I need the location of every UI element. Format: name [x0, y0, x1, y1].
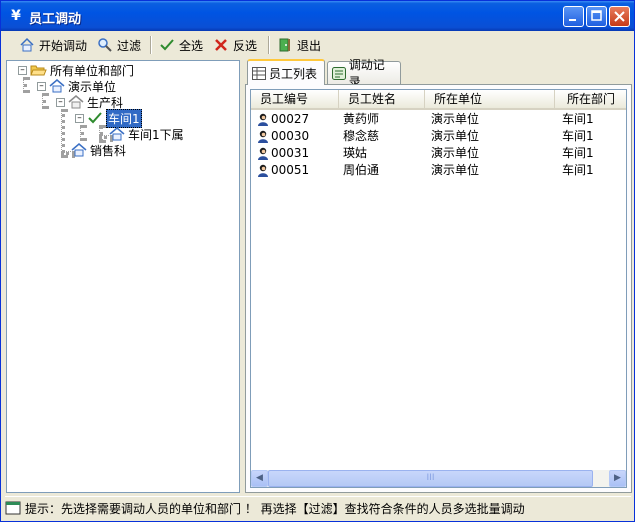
employee-table[interactable]: 员工编号 员工姓名 所在单位 所在部门 00027 黄药师 演示单位 车间1 0… — [250, 89, 627, 488]
cell-employee-name: 周伯通 — [343, 163, 380, 177]
minimize-button[interactable] — [563, 6, 584, 27]
cell-unit: 演示单位 — [431, 112, 480, 126]
employee-transfer-window: ¥ 员工调动 开始调动 过滤 全选 反选 退出 – 所有单位和部门 – 演示单位… — [0, 0, 635, 522]
table-row[interactable]: 00031 瑛姑 演示单位 车间1 — [251, 145, 626, 162]
minimize-icon — [569, 19, 576, 21]
table-row[interactable]: 00027 黄药师 演示单位 车间1 — [251, 111, 626, 128]
cell-unit: 演示单位 — [431, 146, 480, 160]
cell-unit: 演示单位 — [431, 129, 480, 143]
filter-label: 过滤 — [117, 38, 142, 53]
cell-employee-id: 00030 — [271, 129, 310, 143]
table-header: 员工编号 员工姓名 所在单位 所在部门 — [251, 90, 626, 110]
house-icon — [109, 127, 125, 141]
scroll-thumb[interactable]: III — [268, 470, 593, 487]
invert-select-label: 反选 — [233, 38, 258, 53]
cell-employee-name: 黄药师 — [343, 112, 380, 126]
status-bar: 提示：先选择需要调动人员的单位和部门 ！ 再选择【过滤】查找符合条件的人员多选批… — [5, 496, 631, 519]
tree-node-label: 演示单位 — [68, 79, 117, 94]
window-icon — [5, 501, 21, 515]
status-hint: 提示：先选择需要调动人员的单位和部门 ！ 再选择【过滤】查找符合条件的人员多选批… — [25, 501, 525, 516]
house-icon — [71, 143, 87, 157]
tree-node-unit[interactable]: – 演示单位 — [37, 78, 116, 94]
tab-employee-list[interactable]: 员工列表 — [247, 59, 325, 85]
filter-button[interactable]: 过滤 — [97, 35, 141, 55]
cell-department: 车间1 — [562, 129, 594, 143]
column-header[interactable]: 所在单位 — [425, 90, 555, 108]
tab-panel: 员工编号 员工姓名 所在单位 所在部门 00027 黄药师 演示单位 车间1 0… — [245, 84, 632, 493]
cell-department: 车间1 — [562, 112, 594, 126]
check-icon — [160, 39, 174, 51]
tree-line — [23, 77, 27, 93]
invert-select-button[interactable]: 反选 — [213, 35, 257, 55]
column-header[interactable]: 员工姓名 — [339, 90, 425, 108]
close-button[interactable] — [609, 6, 630, 27]
column-header[interactable]: 员工编号 — [251, 90, 339, 108]
table-row[interactable]: 00051 周伯通 演示单位 车间1 — [251, 162, 626, 179]
check-icon — [88, 112, 102, 124]
cell-employee-name: 瑛姑 — [343, 146, 368, 160]
title-bar[interactable]: ¥ 员工调动 — [1, 1, 634, 31]
scroll-right-button[interactable]: ▶ — [609, 470, 626, 487]
collapse-toggle[interactable]: – — [75, 113, 84, 123]
scroll-left-button[interactable]: ◀ — [251, 470, 268, 487]
window-title: 员工调动 — [29, 12, 82, 27]
start-transfer-button[interactable]: 开始调动 — [19, 35, 87, 55]
cell-unit: 演示单位 — [431, 163, 480, 177]
tree-node-all-units[interactable]: – 所有单位和部门 — [18, 62, 134, 78]
cell-employee-id: 00027 — [271, 112, 310, 126]
exit-door-icon — [279, 38, 290, 52]
house-icon — [68, 95, 84, 109]
home-icon — [20, 37, 34, 52]
person-icon — [258, 164, 268, 177]
tab-label: 员工列表 — [269, 66, 318, 81]
tab-transfer-records[interactable]: 调动记录 — [327, 58, 401, 89]
collapse-toggle[interactable]: – — [56, 97, 65, 107]
toolbar: 开始调动 过滤 全选 反选 退出 — [5, 32, 631, 58]
tree-node-label: 车间1下属 — [128, 127, 184, 142]
horizontal-scrollbar[interactable]: ◀ III ▶ — [251, 470, 626, 487]
cell-department: 车间1 — [562, 163, 594, 177]
tree-line — [42, 93, 46, 109]
exit-label: 退出 — [297, 38, 322, 53]
maximize-icon — [591, 10, 602, 21]
search-icon — [98, 38, 112, 52]
collapse-toggle[interactable]: – — [18, 65, 27, 75]
collapse-toggle[interactable]: – — [37, 81, 46, 91]
tree-line — [99, 125, 103, 143]
org-tree-panel[interactable]: – 所有单位和部门 – 演示单位 – 生产科 – 车间1 车间1下属 销售科 — [6, 60, 240, 493]
select-all-button[interactable]: 全选 — [159, 35, 203, 55]
cell-employee-id: 00051 — [271, 163, 310, 177]
app-icon: ¥ — [11, 8, 21, 24]
exit-button[interactable]: 退出 — [277, 35, 321, 55]
table-icon — [252, 66, 266, 80]
tree-node-workshop1-sub[interactable]: 车间1下属 — [109, 126, 184, 142]
select-all-label: 全选 — [179, 38, 204, 53]
folder-open-icon — [30, 65, 47, 76]
tree-node-workshop1[interactable]: – 车间1 — [75, 108, 142, 128]
toolbar-separator — [150, 36, 152, 54]
tree-line — [80, 125, 84, 141]
tree-node-sales[interactable]: 销售科 — [71, 142, 126, 158]
table-row[interactable]: 00030 穆念慈 演示单位 车间1 — [251, 128, 626, 145]
right-panel: 员工列表 调动记录 员工编号 员工姓名 所在单位 所在部门 00027 黄药师 … — [245, 58, 632, 493]
close-icon — [614, 11, 625, 22]
toolbar-separator — [268, 36, 270, 54]
maximize-button[interactable] — [586, 6, 607, 27]
tree-node-label: 销售科 — [90, 143, 127, 158]
house-icon — [49, 79, 65, 93]
cell-department: 车间1 — [562, 146, 594, 160]
column-header[interactable]: 所在部门 — [555, 90, 626, 108]
cell-employee-id: 00031 — [271, 146, 310, 160]
start-transfer-label: 开始调动 — [39, 38, 88, 53]
tree-node-label: 所有单位和部门 — [50, 63, 135, 78]
cross-icon — [215, 39, 227, 51]
cell-employee-name: 穆念慈 — [343, 129, 380, 143]
record-icon — [332, 66, 346, 80]
